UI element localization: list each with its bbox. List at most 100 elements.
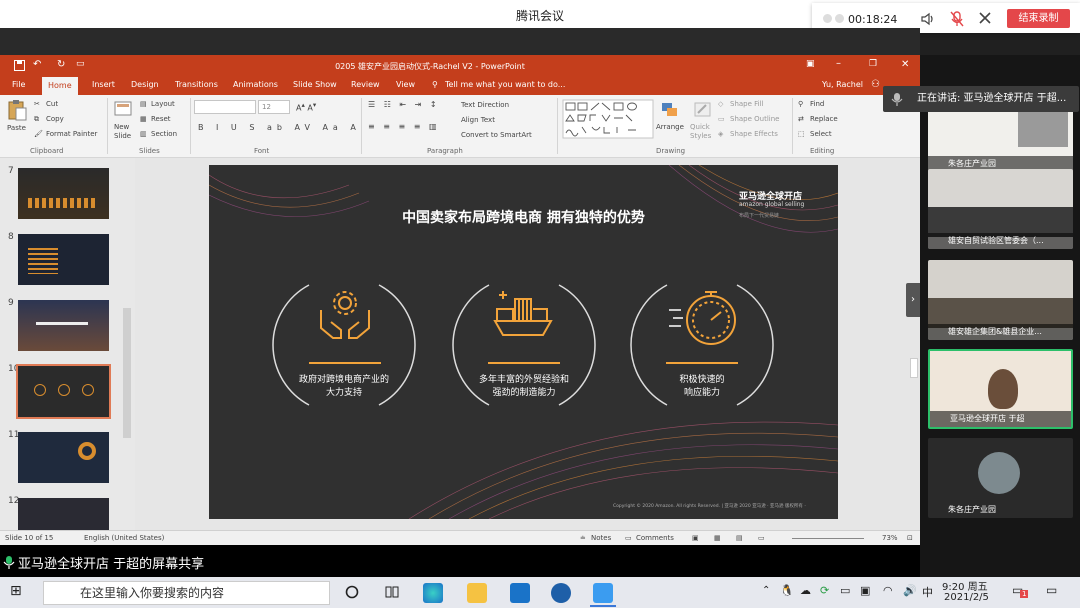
shape-effects-button[interactable]: Shape Effects [730,130,778,138]
editor-scrollbar[interactable] [910,358,918,378]
quick-styles-button[interactable]: Quick Styles [690,123,712,141]
tencent-meeting-icon[interactable] [593,583,613,603]
find-icon[interactable]: ⚲ [798,100,803,108]
shape-outline-button[interactable]: Shape Outline [730,115,779,123]
participant-video[interactable]: 雄安自贸试验区管委会（... [928,169,1073,249]
quick-styles-icon[interactable] [693,101,713,119]
ribbon-display-icon[interactable]: ▣ [806,59,815,69]
section-button[interactable]: Section [151,130,177,138]
shape-outline-icon[interactable]: ▭ [718,115,725,123]
align-text-button[interactable]: Align Text [461,116,495,124]
find-button[interactable]: Find [810,100,824,108]
thumbnail-scrollbar[interactable] [123,308,131,438]
restore-icon[interactable]: ❐ [869,59,877,69]
mail-icon[interactable] [510,583,530,603]
copy-icon[interactable]: ⧉ [34,115,39,124]
slide-thumbnail-10[interactable] [16,364,111,419]
font-name-input[interactable] [194,100,256,114]
participant-video-active[interactable]: 亚马逊全球开店 于超 [928,349,1073,429]
volume-icon[interactable]: 🔊 [903,584,917,597]
section-icon[interactable]: ▥ [140,130,147,138]
mic-muted-icon[interactable] [950,11,964,27]
current-slide[interactable]: 中国卖家布局跨境电商 拥有独特的优势 亚马逊全球开店 amazon global… [209,165,838,519]
meeting-tray-icon[interactable]: ▣ [860,584,870,597]
fit-slide-icon[interactable]: ⊡ [907,534,913,542]
tab-review[interactable]: Review [351,80,380,89]
speaker-icon[interactable] [921,12,935,26]
tab-design[interactable]: Design [131,80,159,89]
collapse-panel-toggle[interactable]: › [906,283,920,317]
layout-icon[interactable]: ▤ [140,100,147,108]
slideshow-icon[interactable]: ▭ [758,534,765,542]
replace-button[interactable]: Replace [810,115,838,123]
reset-button[interactable]: Reset [151,115,171,123]
action-center-icon[interactable]: ▭ [1046,583,1057,597]
edge-icon[interactable] [423,583,443,603]
notes-button[interactable]: Notes [591,534,611,542]
ppt-close-icon[interactable]: ✕ [901,59,909,70]
comments-icon[interactable]: ▭ [625,534,632,542]
new-slide-button[interactable]: New Slide [114,123,134,141]
shape-effects-icon[interactable]: ◈ [718,130,723,138]
slide-thumbnail-11[interactable] [18,432,109,483]
tab-insert[interactable]: Insert [92,80,115,89]
shapes-gallery-icon[interactable] [562,99,654,139]
layout-button[interactable]: Layout [151,100,175,108]
align-icons[interactable]: ≡ ≡ ≡ ≡ ▥ [368,122,440,131]
normal-view-icon[interactable]: ▣ [692,534,699,542]
task-view-icon[interactable] [384,585,400,599]
shape-fill-button[interactable]: Shape Fill [730,100,764,108]
reset-icon[interactable]: ▦ [140,115,147,123]
cortana-icon[interactable] [345,585,359,599]
wifi-icon[interactable]: ◠ [883,584,893,597]
select-button[interactable]: Select [810,130,832,138]
arrange-button[interactable]: Arrange [656,123,684,131]
file-explorer-icon[interactable] [467,583,487,603]
brush-icon[interactable]: 🖌 [34,130,43,138]
tab-slide-show[interactable]: Slide Show [293,80,337,89]
end-recording-button[interactable]: 结束录制 [1007,9,1070,28]
copy-button[interactable]: Copy [46,115,64,123]
font-format-icons[interactable]: B I U S ab AV Aa A [198,123,361,132]
tray-expand-icon[interactable]: ⌃ [762,585,770,596]
clock-time[interactable]: 9:20 周五 [942,578,988,593]
slide-thumbnail-12[interactable] [18,498,109,530]
zoom-slider[interactable] [792,538,864,539]
reading-view-icon[interactable]: ▤ [736,534,743,542]
grow-font-icon[interactable]: A▴ A▾ [296,101,316,113]
start-icon[interactable]: ⊞ [10,583,30,603]
participant-video[interactable]: 朱各庄产业园 [928,438,1073,518]
participant-video[interactable]: 雄安雄企集团&雄县企业... [928,260,1073,340]
paste-icon[interactable] [7,99,27,121]
battery-tray-icon[interactable]: ▭ [840,584,850,597]
notes-icon[interactable]: ≐ [580,534,586,542]
paste-button[interactable]: Paste [7,124,26,132]
clock-date[interactable]: 2021/2/5 [944,592,989,603]
list-icons[interactable]: ☰ ☷ ⇤ ⇥ ↕ [368,100,440,109]
comments-button[interactable]: Comments [636,534,674,542]
dell-icon[interactable] [551,583,571,603]
language-indicator[interactable]: English (United States) [84,534,164,542]
cloud-tray-icon[interactable]: ☁ [800,584,811,597]
qq-tray-icon[interactable]: 🐧 [780,584,794,597]
shape-fill-icon[interactable]: ◇ [718,100,723,108]
tab-file[interactable]: File [12,80,25,89]
sync-tray-icon[interactable]: ⟳ [820,584,829,597]
slide-thumbnail-8[interactable] [18,234,109,285]
slide-thumbnail-9[interactable] [18,300,109,351]
scissors-icon[interactable]: ✂ [34,100,40,108]
arrange-icon[interactable] [660,101,680,119]
select-icon[interactable]: ⬚ [798,130,805,138]
sorter-view-icon[interactable]: ▦ [714,534,721,542]
cut-button[interactable]: Cut [46,100,58,108]
convert-smartart-button[interactable]: Convert to SmartArt [461,131,532,139]
new-slide-icon[interactable] [114,100,132,118]
minimize-icon[interactable]: – [836,58,841,69]
tab-transitions[interactable]: Transitions [175,80,218,89]
text-direction-button[interactable]: Text Direction [461,101,509,109]
close-icon[interactable] [979,12,991,24]
tab-home[interactable]: Home [42,77,78,95]
slide-thumbnail-7[interactable] [18,168,109,219]
tell-me-input[interactable]: Tell me what you want to do... [445,80,565,89]
ime-indicator[interactable]: 中 [922,584,933,600]
